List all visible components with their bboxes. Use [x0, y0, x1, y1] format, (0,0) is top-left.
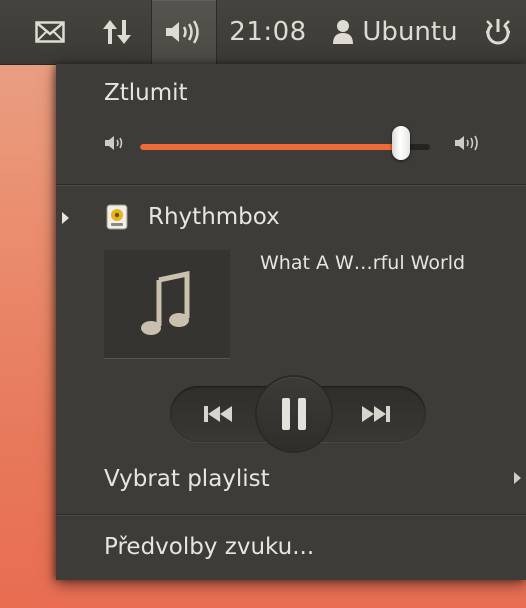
next-button[interactable] — [346, 386, 406, 442]
user-name: Ubuntu — [362, 17, 458, 47]
pause-icon — [282, 398, 306, 430]
separator — [56, 184, 526, 186]
music-note-icon — [141, 270, 190, 335]
sound-settings-item[interactable]: Předvolby zvuku... — [104, 534, 314, 560]
submenu-arrow-icon — [514, 472, 521, 484]
top-panel: 21:08 Ubuntu — [0, 0, 526, 65]
mail-icon — [35, 21, 65, 43]
mute-item[interactable]: Ztlumit — [104, 80, 188, 106]
rhythmbox-icon — [106, 204, 128, 230]
choose-playlist-item[interactable]: Vybrat playlist — [104, 466, 270, 492]
previous-button[interactable] — [188, 386, 248, 442]
transport-controls — [170, 377, 426, 451]
player-name[interactable]: Rhythmbox — [148, 204, 280, 230]
user-icon — [333, 20, 354, 44]
network-indicator[interactable] — [92, 0, 142, 64]
volume-slider-track[interactable] — [140, 144, 430, 150]
sound-menu: Ztlumit Rhythmbox What A W…rful World Vy… — [56, 64, 526, 580]
session-indicator[interactable] — [474, 0, 522, 64]
track-title: What A W…rful World — [260, 252, 466, 274]
volume-indicator[interactable] — [151, 0, 217, 64]
album-art — [104, 250, 230, 359]
player-active-arrow-icon — [62, 212, 69, 224]
network-icon — [103, 20, 131, 44]
next-track-icon — [362, 406, 390, 422]
separator — [56, 514, 526, 516]
power-icon — [486, 19, 510, 45]
volume-high-icon — [455, 135, 478, 151]
volume-low-icon — [105, 136, 123, 150]
mail-indicator[interactable] — [22, 0, 78, 64]
previous-track-icon — [204, 406, 232, 422]
volume-slider-handle[interactable] — [392, 126, 410, 160]
clock[interactable]: 21:08 — [224, 0, 312, 64]
pause-button[interactable] — [257, 377, 331, 451]
volume-slider-fill — [140, 144, 401, 150]
volume-icon — [166, 20, 199, 44]
user-menu[interactable]: Ubuntu — [320, 0, 470, 64]
